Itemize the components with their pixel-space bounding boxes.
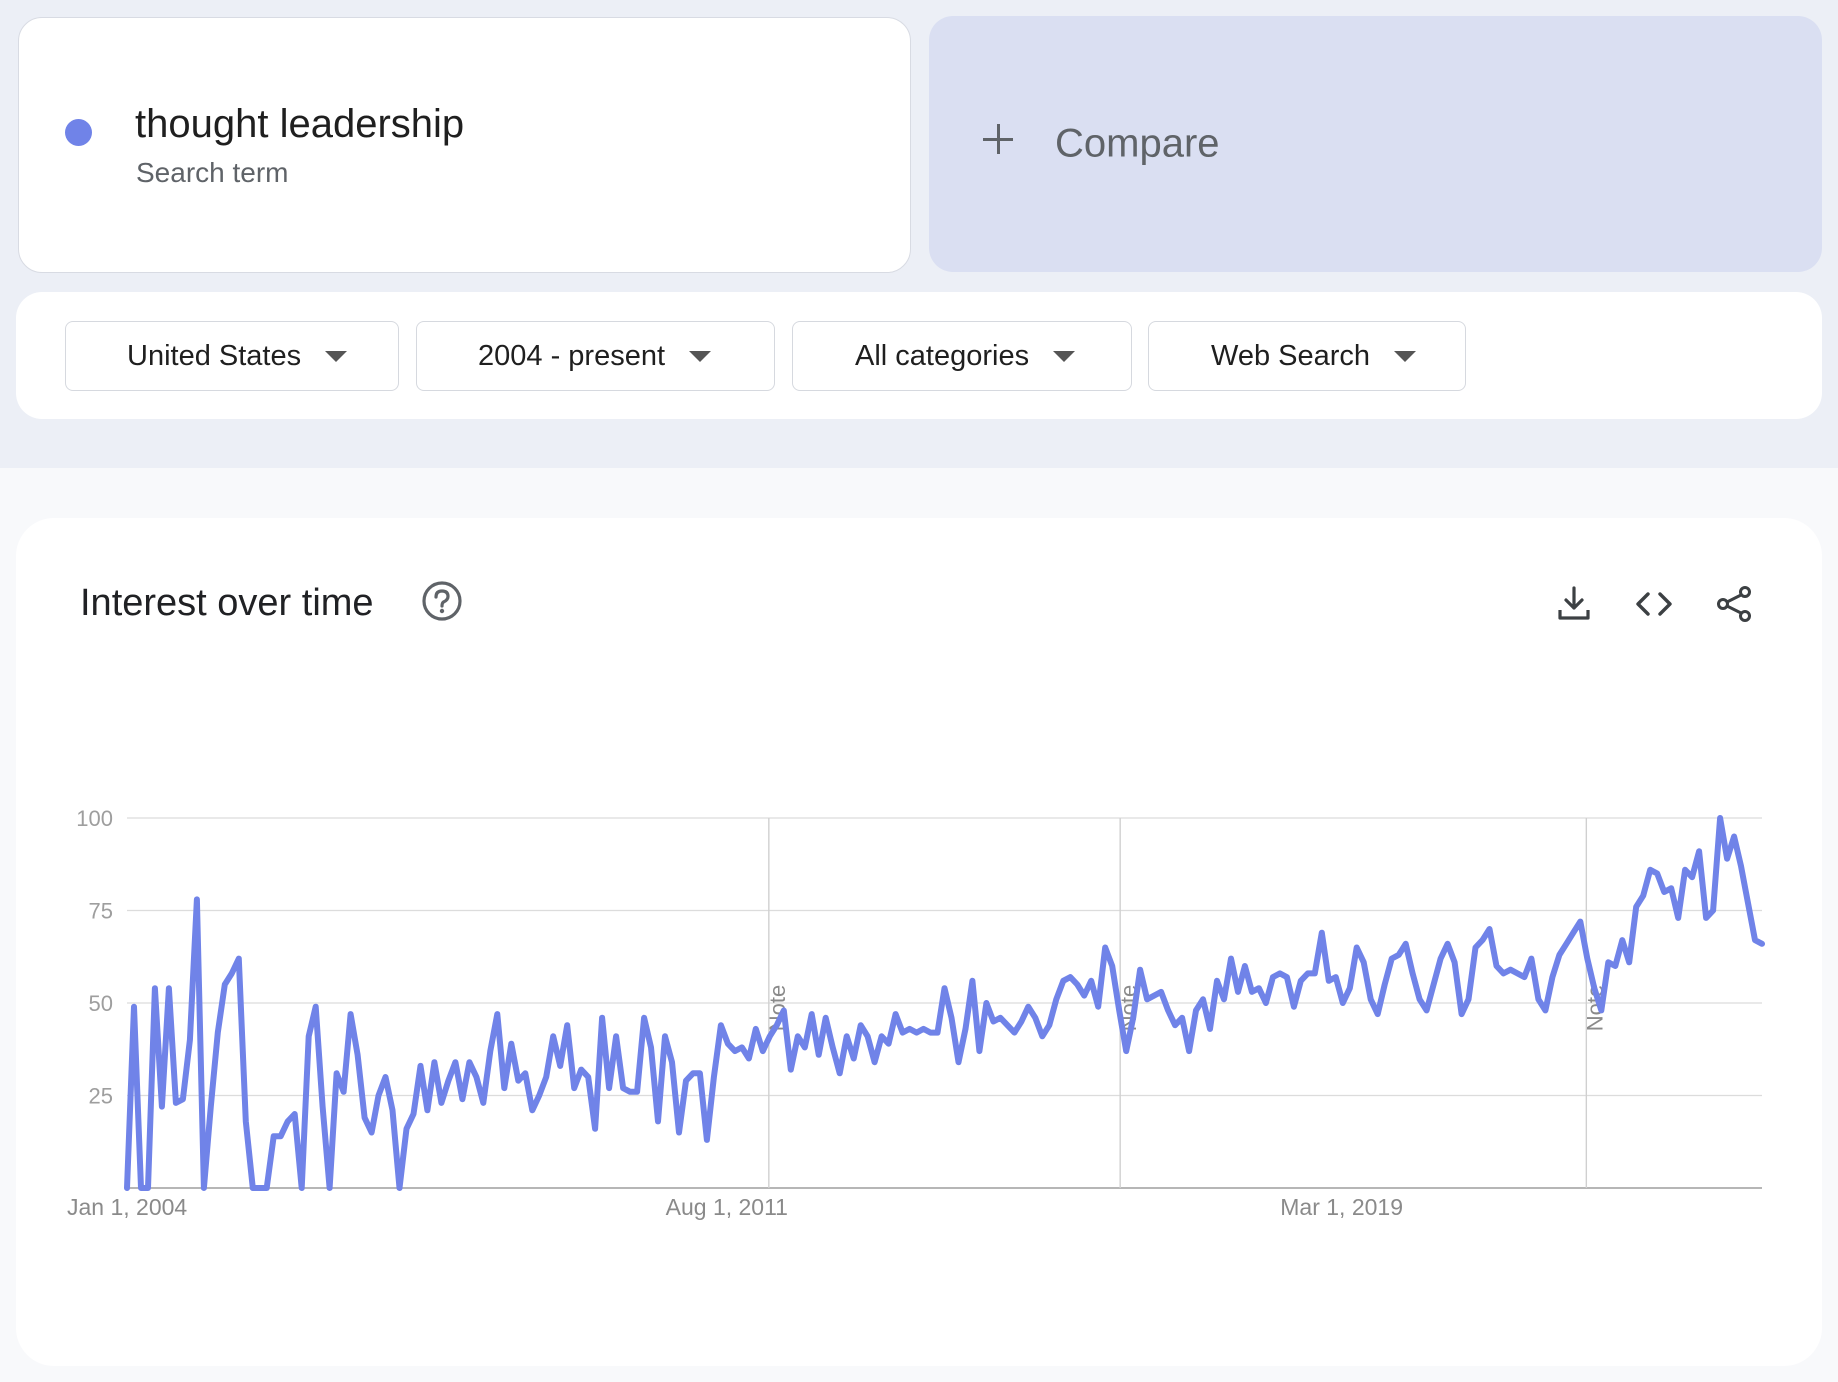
plus-icon [983,124,1013,154]
filter-location-label: United States [127,339,302,372]
chart-title: Interest over time [80,582,374,624]
filters-bar: United States 2004 - present All categor… [16,292,1822,419]
compare-button[interactable]: Compare [929,16,1822,272]
search-term-subtitle: Search term [136,157,289,188]
search-term-card[interactable]: thought leadership Search term [18,17,911,273]
filter-time-range-label: 2004 - present [478,339,666,372]
code-icon[interactable] [1634,584,1674,624]
filter-time-range[interactable]: 2004 - present [416,321,775,391]
caret-down-icon [1053,350,1076,362]
compare-label: Compare [1055,121,1220,166]
caret-down-icon [1394,350,1417,362]
caret-down-icon [689,350,712,362]
interest-over-time-card: Interest over time [16,518,1822,1366]
filter-location[interactable]: United States [65,321,399,391]
share-icon[interactable] [1714,584,1754,624]
caret-down-icon [325,350,348,362]
series-color-dot [65,119,92,146]
filter-category[interactable]: All categories [792,321,1132,391]
download-icon[interactable] [1554,584,1594,624]
filter-category-label: All categories [855,339,1030,372]
filter-search-type-label: Web Search [1211,339,1371,372]
help-circle-icon[interactable] [421,580,463,622]
search-term-name: thought leadership [135,102,465,146]
filter-search-type[interactable]: Web Search [1148,321,1466,391]
